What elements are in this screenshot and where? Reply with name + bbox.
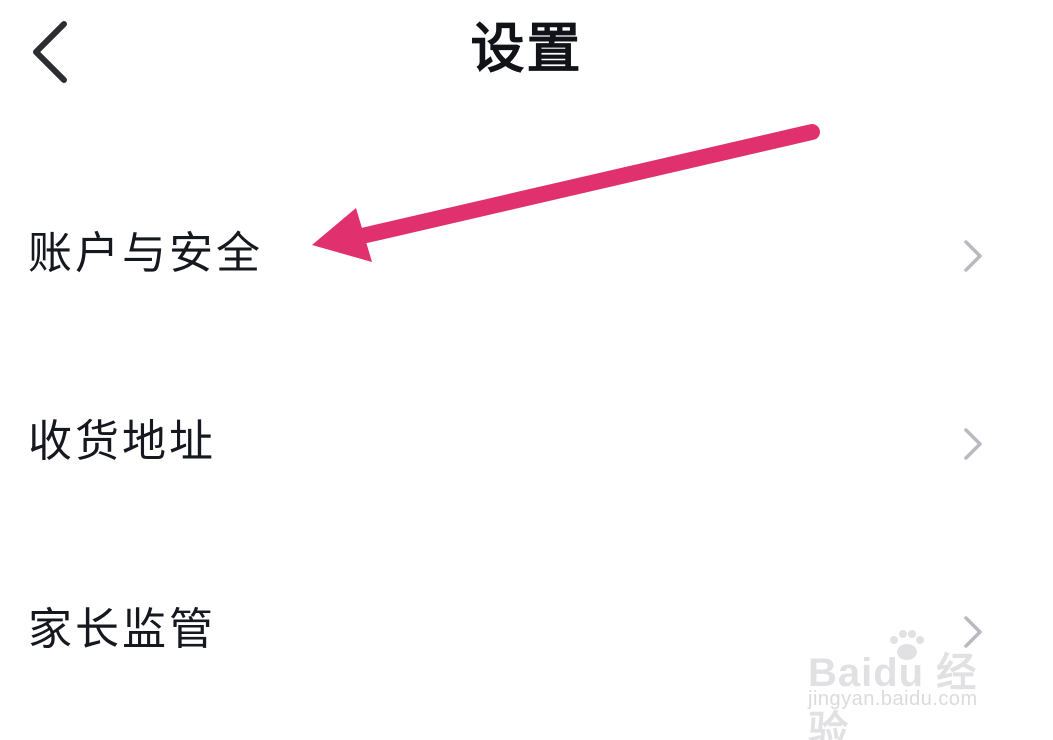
- header-bar: 设置: [0, 0, 1053, 110]
- settings-page: 设置 账户与安全 收货地址 家长监管 Baidu 经验 jingyan.baid…: [0, 0, 1053, 740]
- menu-item-parental-control[interactable]: 家长监管: [0, 572, 1053, 692]
- chevron-right-icon: [964, 428, 982, 460]
- chevron-right-icon: [964, 240, 982, 272]
- menu-item-label: 家长监管: [28, 604, 216, 655]
- menu-item-label: 收货地址: [28, 416, 216, 467]
- menu-item-label: 账户与安全: [28, 228, 263, 279]
- menu-item-shipping-address[interactable]: 收货地址: [0, 384, 1053, 504]
- page-title: 设置: [470, 17, 583, 80]
- chevron-right-icon: [964, 616, 982, 648]
- menu-item-account-security[interactable]: 账户与安全: [0, 196, 1053, 316]
